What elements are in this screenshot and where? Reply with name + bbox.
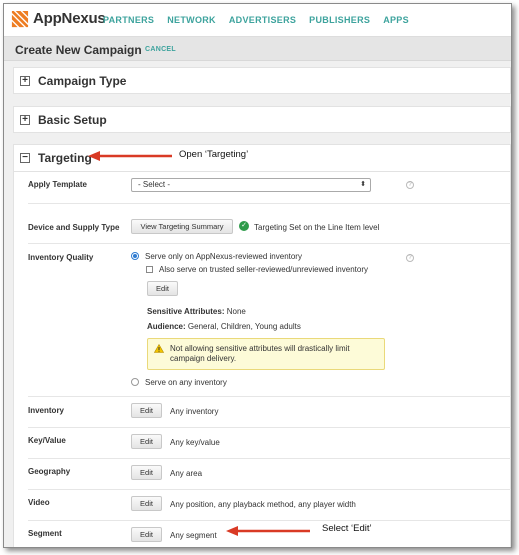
label-inventory-quality: Inventory Quality [28,253,94,262]
label-key-value: Key/Value [28,436,66,445]
expand-icon[interactable]: + [20,76,30,86]
segment-value: Any segment [170,531,217,540]
audience-label: Audience: [147,322,186,331]
nav-publishers[interactable]: PUBLISHERS [309,15,370,25]
divider [28,203,511,204]
view-targeting-summary-button[interactable]: View Targeting Summary [131,219,233,234]
annotation-select-edit: Select ‘Edit’ [322,523,372,534]
page-title: Create New Campaign [15,43,142,57]
inventory-value: Any inventory [170,407,219,416]
geography-edit-button[interactable]: Edit [131,465,162,480]
label-apply-template: Apply Template [28,180,87,189]
inventory-edit-button[interactable]: Edit [131,403,162,418]
audience-value: General, Children, Young adults [187,322,301,331]
label-geography: Geography [28,467,71,476]
section-title-targeting[interactable]: Targeting [38,151,92,165]
appnexus-logo-icon[interactable] [10,10,29,29]
page-header: Create New Campaign CANCEL [4,37,511,61]
key-value-edit-button[interactable]: Edit [131,434,162,449]
template-select-value: - Select - [138,180,171,189]
label-segment: Segment [28,529,62,538]
segment-edit-button[interactable]: Edit [131,527,162,542]
main-content: Create New Campaign CANCEL + Campaign Ty… [4,37,511,547]
audience: Audience: General, Children, Young adult… [147,322,301,331]
divider [28,489,511,490]
help-icon[interactable]: ? [406,181,414,189]
sensitive-attributes: Sensitive Attributes: None [147,307,246,316]
inventory-quality-edit-button[interactable]: Edit [147,281,178,296]
divider [14,171,510,172]
annotation-open-targeting: Open ‘Targeting’ [179,149,249,160]
warning-icon [154,344,164,353]
section-basic-setup: + Basic Setup [13,106,511,133]
divider [28,427,511,428]
nav-links: PARTNERS NETWORK ADVERTISERS PUBLISHERS … [103,15,409,25]
label-inventory: Inventory [28,406,65,415]
geography-value: Any area [170,469,203,478]
label-video: Video [28,498,50,507]
nav-advertisers[interactable]: ADVERTISERS [229,15,296,25]
nav-apps[interactable]: APPS [383,15,409,25]
section-campaign-type: + Campaign Type [13,67,511,94]
annotation-arrow-segment [226,526,310,536]
divider [28,396,511,397]
radio-reviewed-inventory[interactable] [131,252,139,260]
checkbox-trusted-label: Also serve on trusted seller-reviewed/un… [159,265,368,274]
warning-line-1: Not allowing sensitive attributes will d… [170,344,350,353]
radio-any-inventory[interactable] [131,378,139,386]
cancel-link[interactable]: CANCEL [145,46,176,53]
help-icon[interactable]: ? [406,254,414,262]
app-window: AppNexus PARTNERS NETWORK ADVERTISERS PU… [3,3,512,548]
template-select[interactable]: - Select - ⬍ [131,178,371,192]
checkbox-trusted-seller[interactable] [146,266,153,273]
warning-line-2: campaign delivery. [170,354,237,363]
section-title-campaign-type[interactable]: Campaign Type [38,74,126,88]
divider [28,243,511,244]
radio-reviewed-label: Serve only on AppNexus-reviewed inventor… [145,252,302,261]
nav-network[interactable]: NETWORK [167,15,216,25]
sensitive-attributes-label: Sensitive Attributes: [147,307,225,316]
expand-icon[interactable]: + [20,115,30,125]
section-title-basic-setup[interactable]: Basic Setup [38,113,107,127]
nav-partners[interactable]: PARTNERS [103,15,154,25]
video-edit-button[interactable]: Edit [131,496,162,511]
collapse-icon[interactable]: − [20,153,30,163]
targeting-status: Targeting Set on the Line Item level [254,223,380,232]
app-name: AppNexus [33,10,106,27]
divider [28,458,511,459]
warning-text: Not allowing sensitive attributes will d… [170,344,380,364]
warning-box: Not allowing sensitive attributes will d… [147,338,385,370]
annotation-arrow-targeting [88,151,172,161]
check-icon: ✓ [239,221,249,231]
key-value-value: Any key/value [170,438,220,447]
divider [28,520,511,521]
radio-any-inventory-label: Serve on any inventory [145,378,227,387]
video-value: Any position, any playback method, any p… [170,500,356,509]
top-nav: AppNexus PARTNERS NETWORK ADVERTISERS PU… [4,4,511,37]
select-caret-icon: ⬍ [360,181,366,188]
sensitive-attributes-value: None [226,307,246,316]
label-device-supply: Device and Supply Type [28,223,120,232]
